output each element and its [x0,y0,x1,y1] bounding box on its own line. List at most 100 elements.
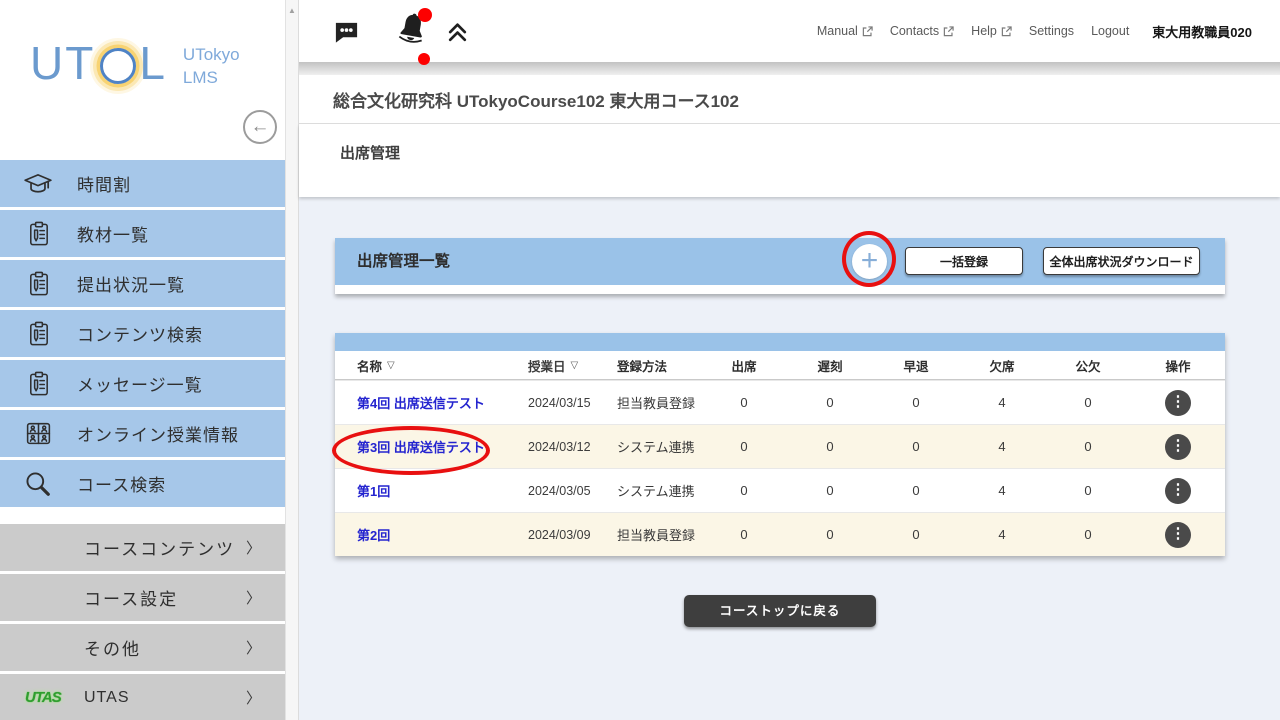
clipboard-icon [21,220,55,248]
column-header-actions: 操作 [1131,356,1225,375]
row-actions-button[interactable]: ⋮ [1165,390,1191,416]
scroll-up-arrow-icon[interactable]: ▲ [286,6,298,15]
session-link[interactable]: 第1回 [357,484,390,499]
sidebar-scrollbar[interactable]: ▲ [285,0,299,720]
sidebar-item-timetable[interactable]: 時間割 [0,160,285,207]
excused-count: 0 [1045,527,1131,542]
sidebar-collapse-button[interactable]: ← [243,110,277,144]
table-row: 第3回 出席送信テスト 2024/03/12 システム連携 0 0 0 4 0 … [335,424,1225,468]
meeting-grid-icon [21,421,55,446]
late-count: 0 [787,439,873,454]
sidebar-nav: 時間割 教材一覧 提出状況一覧 [0,160,285,510]
session-link[interactable]: 第4回 出席送信テスト [357,396,485,411]
column-header-absent: 欠席 [959,356,1045,375]
course-title-band: 総合文化研究科 UTokyoCourse102 東大用コース102 [299,75,1280,123]
chevron-right-icon: 〉 [246,537,261,558]
logo-text-right: L [139,40,167,86]
course-title: 総合文化研究科 UTokyoCourse102 東大用コース102 [333,87,739,112]
sidebar: UT L UTokyo LMS ← 時間割 [0,0,285,720]
early-leave-count: 0 [873,395,959,410]
row-actions-button[interactable]: ⋮ [1165,478,1191,504]
sidebar-item-others[interactable]: その他 〉 [0,624,285,671]
sidebar-item-submissions[interactable]: 提出状況一覧 [0,260,285,307]
manual-link[interactable]: Manual [817,24,873,38]
column-header-late: 遅刻 [787,356,873,375]
absent-count: 4 [959,527,1045,542]
utas-logo-icon: UTAS [25,689,61,706]
external-link-icon [943,26,954,37]
utol-logo: UT L UTokyo LMS [30,36,240,90]
sidebar-item-course-search[interactable]: コース検索 [0,460,285,507]
registration-method: システム連携 [609,481,701,500]
back-to-course-top-button[interactable]: コーストップに戻る [684,595,876,627]
column-header-method: 登録方法 [609,356,701,375]
sidebar-item-online-class[interactable]: オンライン授業情報 [0,410,285,457]
absent-count: 4 [959,395,1045,410]
absent-count: 4 [959,483,1045,498]
sidebar-item-utas[interactable]: UTAS UTAS 〉 [0,674,285,720]
settings-link[interactable]: Settings [1029,24,1074,38]
class-date: 2024/03/15 [521,396,609,410]
session-link[interactable]: 第2回 [357,528,390,543]
external-link-icon [1001,26,1012,37]
session-link[interactable]: 第3回 出席送信テスト [357,440,485,455]
notification-bell-icon[interactable] [396,11,428,49]
sidebar-item-materials[interactable]: 教材一覧 [0,210,285,257]
attendance-panel-header: 出席管理一覧 + 一括登録 全体出席状況ダウンロード [335,238,1225,285]
section-band: 出席管理 [299,124,1280,197]
column-header-date[interactable]: 授業日 ▽ [521,356,609,375]
logo-area: UT L UTokyo LMS ← [0,0,285,160]
column-header-excused: 公欠 [1045,356,1131,375]
present-count: 0 [701,395,787,410]
help-link[interactable]: Help [971,24,1012,38]
table-row: 第4回 出席送信テスト 2024/03/15 担当教員登録 0 0 0 4 0 … [335,380,1225,424]
sidebar-sections: コースコンテンツ 〉 コース設定 〉 その他 〉 UTAS UTAS 〉 [0,524,285,720]
early-leave-count: 0 [873,527,959,542]
topbar-shadow [299,62,1280,75]
clipboard-icon [21,270,55,298]
chevron-right-icon: 〉 [246,687,261,708]
class-date: 2024/03/12 [521,440,609,454]
divider [299,123,1280,124]
logo-subtitle: UTokyo LMS [183,44,240,90]
plus-icon: + [861,244,879,277]
column-header-name[interactable]: 名称 ▽ [335,356,521,375]
sidebar-item-messages[interactable]: メッセージ一覧 [0,360,285,407]
bulk-register-button[interactable]: 一括登録 [905,247,1023,275]
mortarboard-icon [21,171,55,197]
search-icon [21,470,55,498]
main-content: Manual Contacts Help [299,0,1280,720]
row-actions-button[interactable]: ⋮ [1165,522,1191,548]
attendance-panel-body [335,285,1225,294]
collapse-up-icon[interactable] [445,19,470,44]
sidebar-item-course-contents[interactable]: コースコンテンツ 〉 [0,524,285,571]
table-header-row: 名称 ▽ 授業日 ▽ 登録方法 出席 遅刻 早退 [335,351,1225,380]
logout-link[interactable]: Logout [1091,24,1129,38]
excused-count: 0 [1045,395,1131,410]
contacts-link[interactable]: Contacts [890,24,954,38]
registration-method: システム連携 [609,437,701,456]
chat-icon[interactable] [333,19,360,45]
present-count: 0 [701,439,787,454]
panel-title: 出席管理一覧 [357,238,450,285]
topbar-links: Manual Contacts Help [817,0,1252,62]
download-all-attendance-button[interactable]: 全体出席状況ダウンロード [1043,247,1200,275]
sidebar-item-content-search[interactable]: コンテンツ検索 [0,310,285,357]
column-header-present: 出席 [701,356,787,375]
excused-count: 0 [1045,439,1131,454]
excused-count: 0 [1045,483,1131,498]
external-link-icon [862,26,873,37]
absent-count: 4 [959,439,1045,454]
sidebar-item-course-settings[interactable]: コース設定 〉 [0,574,285,621]
row-actions-button[interactable]: ⋮ [1165,434,1191,460]
kebab-icon: ⋮ [1171,437,1186,454]
top-bar: Manual Contacts Help [299,0,1280,62]
clipboard-icon [21,320,55,348]
attendance-table: 名称 ▽ 授業日 ▽ 登録方法 出席 遅刻 早退 [335,333,1225,556]
add-attendance-button[interactable]: + [852,244,887,279]
early-leave-count: 0 [873,483,959,498]
class-date: 2024/03/09 [521,528,609,542]
present-count: 0 [701,527,787,542]
clipboard-icon [21,370,55,398]
late-count: 0 [787,527,873,542]
